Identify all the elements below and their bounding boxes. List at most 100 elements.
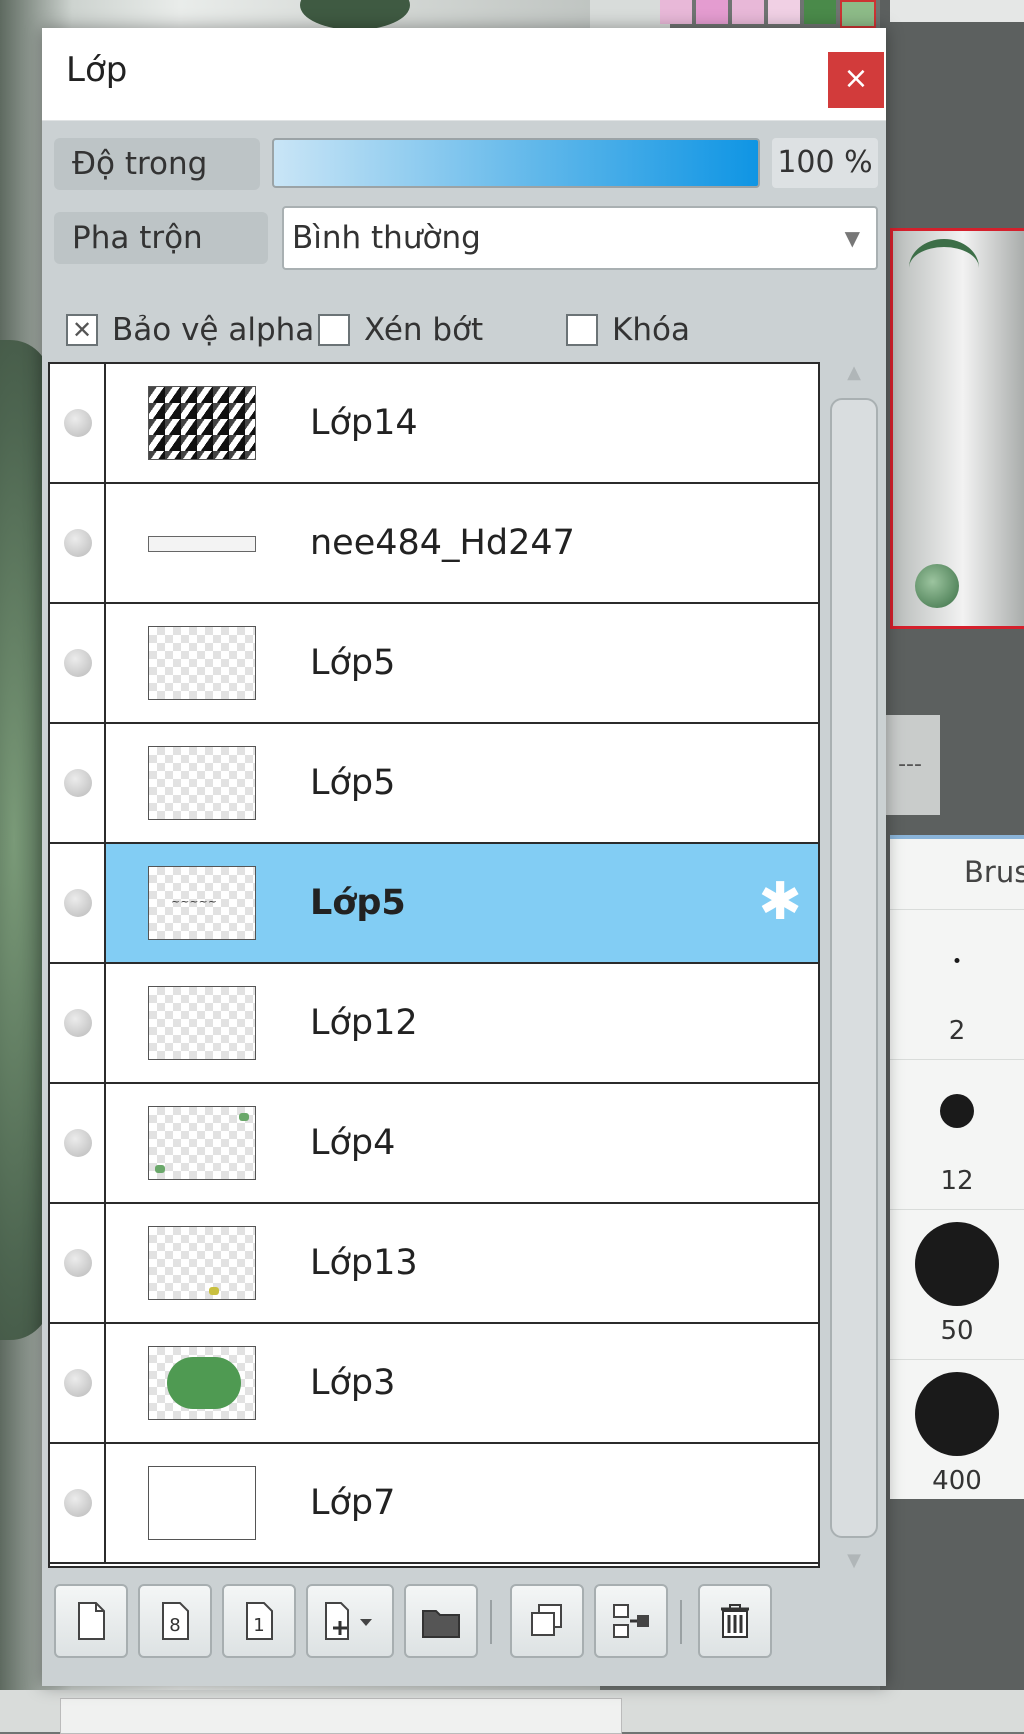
scroll-up-icon[interactable]: ▲ xyxy=(842,362,866,383)
layer-row[interactable]: Lớp4 xyxy=(50,1084,818,1204)
brush-size-option[interactable]: 400 xyxy=(890,1359,1024,1510)
layer-row-main[interactable]: Lớp7 xyxy=(106,1444,818,1562)
visibility-toggle[interactable] xyxy=(50,1204,106,1322)
panel-title-bar[interactable]: Lớp × xyxy=(42,28,886,121)
layer-row-main[interactable]: Lớp5 xyxy=(106,724,818,842)
new-1bit-layer-button[interactable]: 1 xyxy=(222,1584,296,1658)
thumbnail-artwork xyxy=(167,1357,241,1409)
merge-down-button[interactable] xyxy=(594,1584,668,1658)
opacity-value[interactable]: 100 % xyxy=(772,138,878,188)
delete-layer-button[interactable] xyxy=(698,1584,772,1658)
brush-dot-icon xyxy=(954,958,960,963)
layer-row-main[interactable]: Lớp14 xyxy=(106,364,818,482)
visibility-toggle[interactable] xyxy=(50,964,106,1082)
layer-thumbnail xyxy=(148,1346,256,1420)
layer-toolbar: 8 1 xyxy=(54,1584,874,1664)
palette-swatch[interactable] xyxy=(660,0,692,24)
brush-dot-icon xyxy=(940,1094,974,1128)
layer-name: Lớp5 xyxy=(310,763,396,803)
layer-row[interactable]: nee484_Hd247 xyxy=(50,484,818,604)
visibility-toggle[interactable] xyxy=(50,1084,106,1202)
visibility-toggle[interactable] xyxy=(50,1324,106,1442)
visibility-toggle[interactable] xyxy=(50,844,106,962)
visibility-icon xyxy=(64,1369,92,1397)
layer-name: Lớp4 xyxy=(310,1123,396,1163)
palette-swatch[interactable] xyxy=(696,0,728,24)
layer-row-main[interactable]: ~~~~~ Lớp5 ✱ xyxy=(106,844,818,962)
layer-name: Lớp5 xyxy=(310,883,406,923)
bottom-field xyxy=(60,1698,622,1734)
palette-swatch-selected[interactable] xyxy=(840,0,876,28)
layer-name: Lớp3 xyxy=(310,1363,396,1403)
brush-dot-icon xyxy=(915,1222,999,1306)
layer-row[interactable]: Lớp3 xyxy=(50,1324,818,1444)
opacity-slider[interactable] xyxy=(272,138,760,188)
visibility-toggle[interactable] xyxy=(50,364,106,482)
thumbnail-mark xyxy=(155,1165,165,1173)
palette-swatch[interactable] xyxy=(732,0,764,24)
layer-row-main[interactable]: Lớp4 xyxy=(106,1084,818,1202)
toolbar-divider xyxy=(490,1600,492,1644)
bottom-status-area xyxy=(0,1690,1024,1734)
checkbox-icon xyxy=(566,314,598,346)
layer-row[interactable]: Lớp5 xyxy=(50,604,818,724)
brush-size-label: 12 xyxy=(940,1166,974,1196)
add-layer-menu-button[interactable] xyxy=(306,1584,394,1658)
layer-panel: Lớp × Độ trong 100 % Pha trộn Bình thườn… xyxy=(42,28,886,1686)
layer-name: Lớp14 xyxy=(310,403,418,443)
layer-row-main[interactable]: Lớp12 xyxy=(106,964,818,1082)
merge-icon xyxy=(613,1604,649,1638)
new-8bit-layer-button[interactable]: 8 xyxy=(138,1584,212,1658)
protect-alpha-checkbox[interactable]: ✕ Bảo vệ alpha xyxy=(66,300,314,360)
gear-icon[interactable]: ✱ xyxy=(752,874,808,930)
navigator-preview[interactable] xyxy=(890,228,1024,629)
checkbox-checked-icon: ✕ xyxy=(66,314,98,346)
layer-row[interactable]: Lớp7 xyxy=(50,1444,818,1564)
layer-row-main[interactable]: nee484_Hd247 xyxy=(106,484,818,602)
new-folder-button[interactable] xyxy=(404,1584,478,1658)
layer-row-main[interactable]: Lớp13 xyxy=(106,1204,818,1322)
layer-row-selected[interactable]: ~~~~~ Lớp5 ✱ xyxy=(50,844,818,964)
scroll-down-icon[interactable]: ▼ xyxy=(842,1550,866,1571)
layer-thumbnail xyxy=(148,1106,256,1180)
layer-row-main[interactable]: Lớp3 xyxy=(106,1324,818,1442)
color-palette-strip[interactable] xyxy=(660,0,880,28)
layer-thumbnail xyxy=(148,746,256,820)
close-button[interactable]: × xyxy=(828,52,884,108)
folder-icon xyxy=(422,1610,460,1638)
scrollbar-thumb[interactable] xyxy=(830,398,878,1538)
toolbar-divider xyxy=(680,1600,682,1644)
page-8-icon: 8 xyxy=(162,1602,189,1640)
layer-row[interactable]: Lớp12 xyxy=(50,964,818,1084)
layer-row[interactable]: Lớp14 xyxy=(50,364,818,484)
visibility-toggle[interactable] xyxy=(50,484,106,602)
layer-thumbnail xyxy=(148,986,256,1060)
duplicate-layer-button[interactable] xyxy=(510,1584,584,1658)
visibility-toggle[interactable] xyxy=(50,1444,106,1562)
layer-list-scrollbar[interactable]: ▲ ▼ xyxy=(826,362,882,1571)
visibility-icon xyxy=(64,769,92,797)
new-layer-button[interactable] xyxy=(54,1584,128,1658)
brush-size-option[interactable]: 50 xyxy=(890,1209,1024,1360)
brush-size-label: 2 xyxy=(948,1016,966,1046)
page-icon xyxy=(78,1602,105,1640)
visibility-icon xyxy=(64,1249,92,1277)
clipping-checkbox[interactable]: Xén bớt xyxy=(318,300,483,360)
thumbnail-mark xyxy=(239,1113,249,1121)
layer-row-main[interactable]: Lớp5 xyxy=(106,604,818,722)
blend-mode-value: Bình thường xyxy=(292,220,481,256)
layer-row[interactable]: Lớp13 xyxy=(50,1204,818,1324)
palette-swatch[interactable] xyxy=(768,0,800,24)
dock-more-icon[interactable]: --- xyxy=(880,715,940,815)
layer-thumbnail xyxy=(148,626,256,700)
visibility-toggle[interactable] xyxy=(50,724,106,842)
brush-panel-title: Brus xyxy=(964,855,1024,889)
layer-name: Lớp13 xyxy=(310,1243,418,1283)
layer-row[interactable]: Lớp5 xyxy=(50,724,818,844)
brush-size-option[interactable]: 12 xyxy=(890,1059,1024,1210)
blend-mode-select[interactable]: Bình thường ▼ xyxy=(282,206,878,270)
visibility-toggle[interactable] xyxy=(50,604,106,722)
lock-checkbox[interactable]: Khóa xyxy=(566,300,690,360)
palette-swatch[interactable] xyxy=(804,0,836,24)
brush-size-option[interactable]: 2 xyxy=(890,909,1024,1060)
